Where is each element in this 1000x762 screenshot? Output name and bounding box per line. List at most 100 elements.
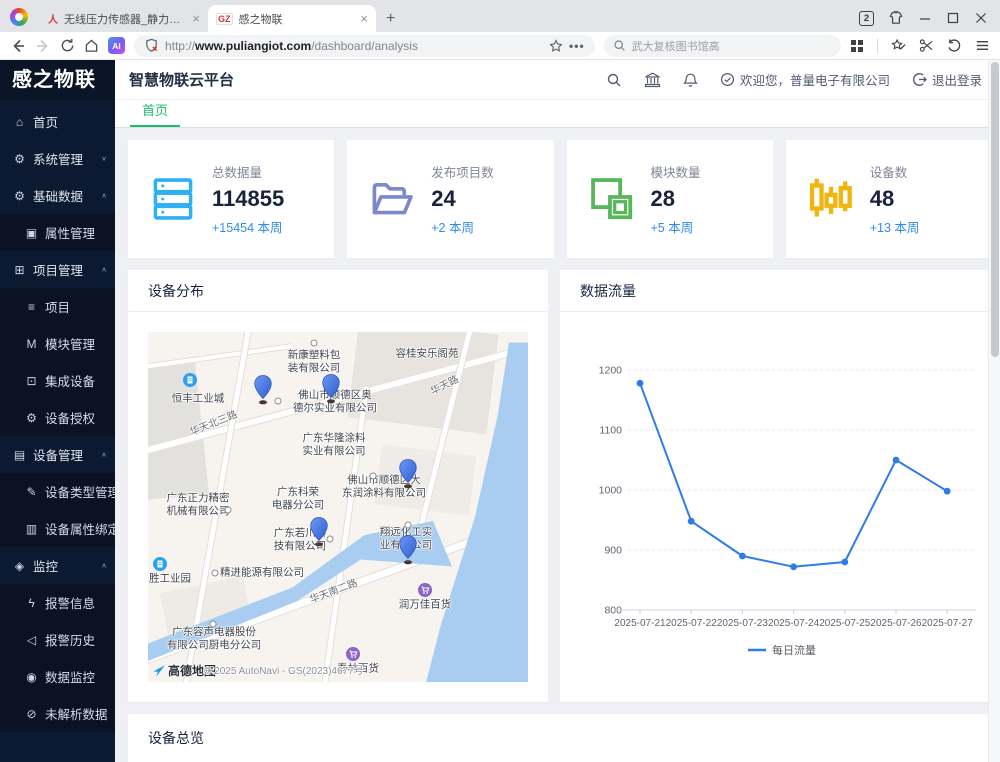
map-device-pin-5[interactable]	[399, 535, 417, 565]
page-scrollbar[interactable]	[988, 60, 1000, 762]
back-button[interactable]	[10, 38, 26, 54]
panel-title-map: 设备分布	[128, 270, 548, 312]
sidebar-item-label: 未解析数据	[45, 704, 108, 723]
main-area: 智慧物联云平台 欢迎您，普量电子有限公司 退出登录	[115, 60, 1000, 762]
apps-grid-icon[interactable]	[850, 39, 864, 53]
theme-shirt-icon[interactable]	[888, 10, 904, 26]
address-bar[interactable]: http://www.puliangiot.com/dashboard/anal…	[134, 35, 595, 57]
sidebar-item-label: 集成设备	[45, 371, 95, 390]
reload-button[interactable]	[60, 38, 75, 53]
map-poi-dot	[370, 473, 377, 480]
sidebar-item-项目管理[interactable]: ⊞项目管理∧	[0, 251, 115, 288]
home-button[interactable]	[84, 38, 99, 53]
chart-ytick: 1100	[599, 425, 622, 437]
screenshot-scissors-icon[interactable]	[919, 38, 934, 53]
chart-xtick: 2025-07-23	[717, 618, 769, 629]
map-poi-building-icon	[153, 557, 167, 571]
close-window-button[interactable]	[974, 11, 988, 25]
stat-delta: +15454 本周	[212, 217, 284, 236]
scrollbar-thumb[interactable]	[991, 62, 999, 357]
sidebar-item-集成设备[interactable]: ⊡集成设备	[0, 362, 115, 399]
chevron-up-icon: ∧	[101, 192, 107, 199]
forward-button[interactable]	[35, 38, 51, 54]
notification-bell-icon[interactable]	[683, 72, 698, 88]
sidebar-item-设备类型管理[interactable]: ✎设备类型管理	[0, 473, 115, 510]
slash-icon: ⊘	[24, 707, 39, 721]
page-tabstrip: 首页	[115, 100, 1000, 128]
sidebar-item-监控[interactable]: ◈监控∧	[0, 547, 115, 584]
minimize-button[interactable]	[918, 11, 932, 25]
sidebar-item-label: 项目管理	[33, 260, 83, 279]
sidebar-item-设备授权[interactable]: ⚙设备授权	[0, 399, 115, 436]
sidebar-item-设备属性绑定[interactable]: ▥设备属性绑定	[0, 510, 115, 547]
browser-tab-2-active[interactable]: GZ 感之物联 ×	[208, 5, 376, 32]
chart-xtick: 2025-07-22	[666, 618, 718, 629]
bookmark-star-icon[interactable]	[549, 39, 563, 53]
browser-tab-1[interactable]: 人 无线压力传感器_静力水准仪_ ×	[40, 5, 208, 32]
logout-icon	[912, 72, 927, 87]
more-options-icon[interactable]: •••	[569, 39, 585, 53]
sidebar-item-label: 项目	[45, 297, 70, 316]
amap-arrow-icon	[152, 664, 166, 678]
tab1-close-icon[interactable]: ×	[192, 11, 200, 26]
map-device-pin-4[interactable]	[310, 517, 328, 547]
sidebar-item-数据监控[interactable]: ◉数据监控	[0, 658, 115, 695]
tab-count-badge[interactable]: 2	[859, 11, 874, 26]
maximize-button[interactable]	[946, 11, 960, 25]
stat-card-modules: 模块数量 28 +5 本周	[567, 140, 773, 258]
tab2-close-icon[interactable]: ×	[360, 11, 368, 26]
sidebar-item-label: 基础数据	[33, 186, 83, 205]
m-icon: M	[24, 337, 39, 351]
sidebar-item-未解析数据[interactable]: ⊘ 未解析数据	[0, 695, 115, 732]
menu-hamburger-icon[interactable]	[975, 38, 990, 53]
sidebar-item-基础数据[interactable]: ⚙ 基础数据 ∧	[0, 177, 115, 214]
platform-title: 智慧物联云平台	[129, 69, 234, 90]
sidebar-item-属性管理[interactable]: ▣属性管理	[0, 214, 115, 251]
tab-home[interactable]: 首页	[130, 100, 180, 127]
window-icon: ▤	[12, 448, 27, 462]
ai-assistant-icon[interactable]: AI	[108, 37, 125, 54]
data-bank-icon[interactable]	[644, 72, 661, 88]
map-label: 胜工业园	[149, 572, 191, 585]
stat-value: 28	[651, 186, 701, 212]
sidebar-item-报警信息[interactable]: ϟ报警信息	[0, 584, 115, 621]
sidebar-item-模块管理[interactable]: M模块管理	[0, 325, 115, 362]
panel-title-chart: 数据流量	[560, 270, 992, 312]
sidebar-item-报警历史[interactable]: ◁报警历史	[0, 621, 115, 658]
header-search-icon[interactable]	[606, 72, 622, 88]
gear-icon: ⚙	[24, 411, 39, 425]
sidebar-item-设备管理[interactable]: ▤设备管理∧	[0, 436, 115, 473]
map-block	[347, 332, 498, 434]
sidebar-item-首页[interactable]: ⌂首页	[0, 103, 115, 140]
history-undo-icon[interactable]	[947, 38, 962, 53]
map-device-pin-3[interactable]	[399, 459, 417, 489]
legend-series-label[interactable]: 每日流量	[772, 643, 816, 657]
map-poi-dot	[311, 340, 318, 347]
stat-value: 114855	[212, 186, 284, 212]
app-logo[interactable]: 感之物联	[0, 60, 115, 100]
search-icon	[613, 39, 626, 52]
sidebar-item-系统管理[interactable]: ⚙系统管理∨	[0, 140, 115, 177]
favorites-icon[interactable]	[891, 38, 906, 53]
map-poi-dot	[225, 507, 232, 514]
device-overview-panel: 设备总览	[128, 714, 992, 762]
map-device-pin-1[interactable]	[254, 375, 272, 405]
panels-row: 设备分布	[128, 270, 992, 702]
site-security-icon[interactable]	[144, 38, 159, 53]
logout-button[interactable]: 退出登录	[912, 70, 982, 89]
map-block	[148, 359, 209, 500]
welcome-user[interactable]: 欢迎您，普量电子有限公司	[720, 70, 890, 89]
browser-search-box[interactable]: 武大复核图书馆高	[604, 35, 841, 57]
sidebar-item-项目[interactable]: ≡项目	[0, 288, 115, 325]
device-map[interactable]: 新康塑料包 装有限公司容桂安乐阁苑恒丰工业城佛山市顺德区奥 德尔实业有限公司广东…	[148, 332, 528, 682]
chart-xtick: 2025-07-26	[870, 618, 922, 629]
map-poi-dot	[212, 570, 219, 577]
new-tab-button[interactable]: +	[376, 10, 405, 32]
logout-text: 退出登录	[932, 70, 982, 89]
gear-icon: ⚙	[12, 189, 27, 203]
url-text[interactable]: http://www.puliangiot.com/dashboard/anal…	[165, 39, 543, 53]
map-device-pin-2[interactable]	[322, 374, 340, 404]
browser-logo-icon[interactable]	[10, 8, 28, 26]
sidebar-item-label: 设备管理	[33, 445, 83, 464]
square-icon: ▣	[24, 226, 39, 240]
